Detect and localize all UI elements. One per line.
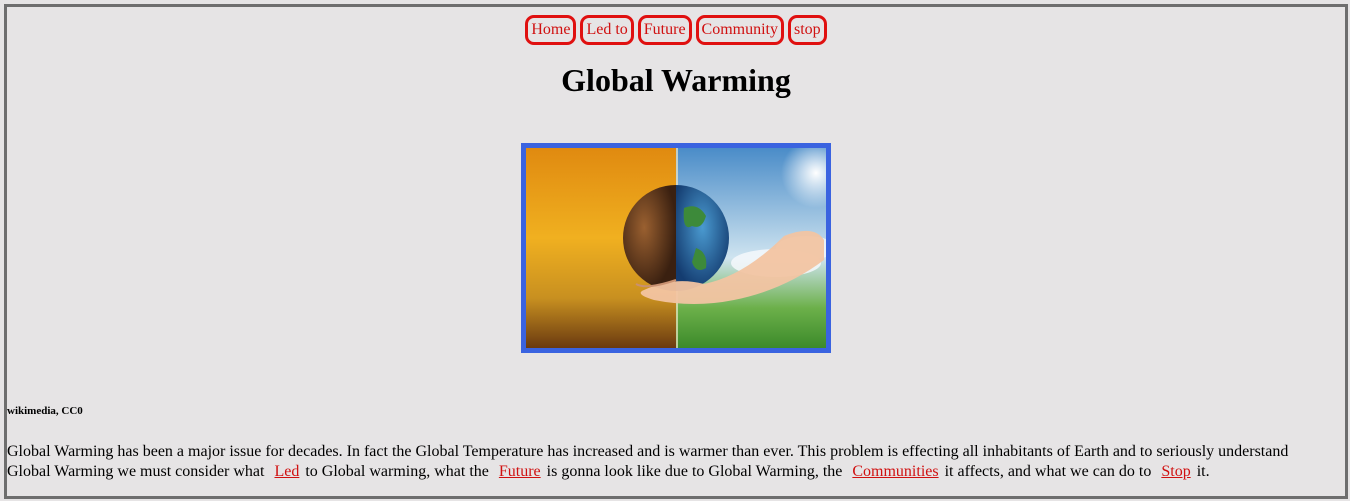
page-frame: Home Led to Future Community stop Global… <box>4 4 1348 499</box>
page-title: Global Warming <box>561 62 791 98</box>
image-credit: wikimedia, CC0 <box>7 405 83 417</box>
stop-link[interactable]: Stop <box>1161 463 1190 480</box>
future-link[interactable]: Future <box>499 463 541 480</box>
nav-stop-link[interactable]: stop <box>788 15 827 45</box>
communities-link[interactable]: Communities <box>852 463 938 480</box>
nav-future-link[interactable]: Future <box>637 15 692 45</box>
paragraph-text: it affects, and what we can do to <box>944 463 1152 480</box>
top-nav: Home Led to Future Community stop <box>7 15 1345 45</box>
intro-paragraph: Global Warming has been a major issue fo… <box>7 442 1327 482</box>
paragraph-text: it. <box>1196 463 1210 480</box>
paragraph-text: to Global warming, what the <box>305 463 489 480</box>
nav-community-link[interactable]: Community <box>695 15 784 45</box>
paragraph-text: is gonna look like due to Global Warming… <box>546 463 843 480</box>
nav-led-to-link[interactable]: Led to <box>580 15 634 45</box>
led-link[interactable]: Led <box>274 463 299 480</box>
nav-home-link[interactable]: Home <box>525 15 577 45</box>
global-warming-image <box>521 143 831 353</box>
earth-in-hands-illustration <box>526 148 826 348</box>
